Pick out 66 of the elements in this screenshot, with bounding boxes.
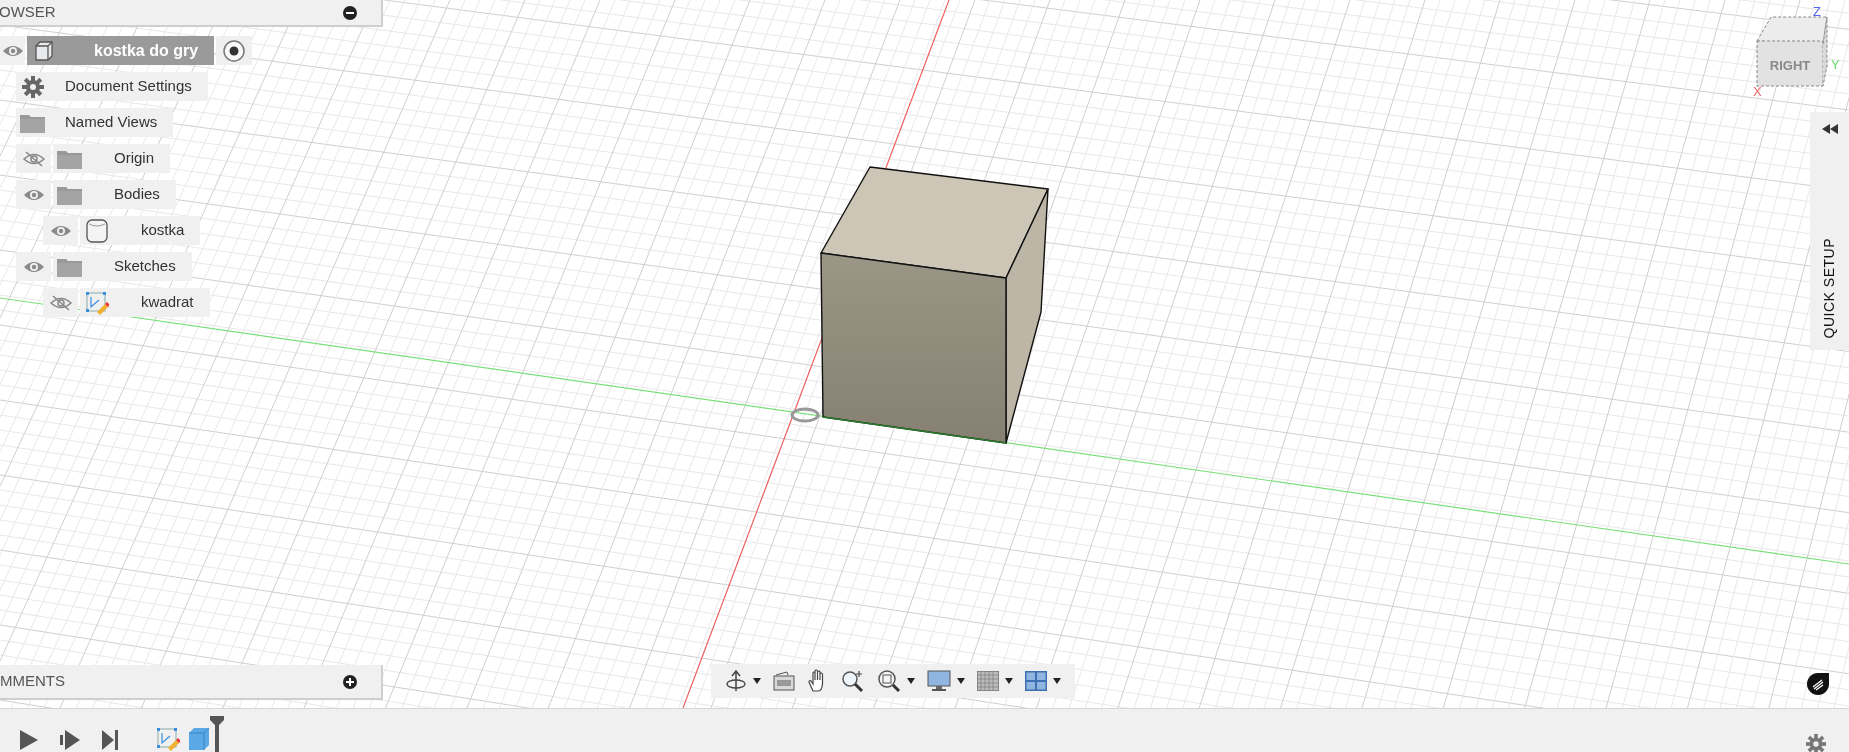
chat-icon[interactable] — [1807, 673, 1829, 695]
play-icon — [20, 730, 38, 750]
step-forward-button[interactable] — [60, 730, 80, 750]
monitor-button[interactable] — [927, 670, 965, 692]
eye-icon[interactable] — [16, 252, 51, 281]
play-button[interactable] — [20, 730, 38, 750]
tree-item[interactable]: kostka — [80, 216, 201, 245]
eye-icon[interactable] — [16, 180, 51, 209]
tree-item[interactable]: Bodies — [53, 180, 176, 209]
eye-icon[interactable] — [43, 216, 78, 245]
zoom-window-button[interactable] — [877, 669, 915, 693]
look-at-icon — [773, 671, 795, 691]
collapse-icon[interactable] — [343, 5, 357, 20]
hidden-eye-icon[interactable] — [16, 144, 51, 173]
folder-icon — [57, 184, 82, 205]
cube-icon — [188, 727, 210, 751]
sketch-icon — [156, 727, 180, 751]
zoom-icon — [841, 669, 865, 693]
cylinder-icon — [85, 218, 108, 243]
tree-item[interactable]: Named Views — [16, 108, 174, 137]
caret-icon[interactable] — [1005, 678, 1013, 684]
step-forward-icon — [60, 730, 80, 750]
caret-icon[interactable] — [753, 678, 761, 684]
axis-label: X — [1753, 84, 1762, 99]
caret-icon[interactable] — [907, 678, 915, 684]
tree-item[interactable]: Origin — [53, 144, 170, 173]
grid-button[interactable] — [977, 671, 1013, 691]
orbit-button[interactable] — [725, 669, 761, 693]
double-arrow-icon[interactable] — [1821, 124, 1838, 134]
look-at-button[interactable] — [773, 671, 795, 691]
settings-icon — [21, 75, 44, 98]
folder-icon — [57, 256, 82, 277]
monitor-icon — [927, 670, 951, 692]
viewports-icon — [1025, 671, 1047, 691]
timeline-feature[interactable] — [156, 727, 180, 751]
caret-icon[interactable] — [1053, 678, 1061, 684]
zoom-window-icon — [877, 669, 901, 693]
quick-setup-label: QUICK SETUP — [1820, 237, 1838, 338]
eye-icon[interactable] — [0, 36, 25, 65]
axis-label: Z — [1813, 4, 1821, 19]
tree-item[interactable]: Sketches — [53, 252, 192, 281]
timeline-marker-icon[interactable] — [210, 716, 224, 752]
skip-to-end-button[interactable] — [102, 730, 118, 750]
timeline-feature[interactable] — [188, 727, 210, 751]
cube-body[interactable] — [820, 166, 1049, 444]
origin-marker — [790, 407, 820, 423]
sketch-icon — [84, 290, 109, 315]
skip-to-end-icon — [102, 730, 118, 750]
panel-title: OWSER — [0, 2, 56, 23]
cube-icon — [33, 39, 54, 62]
caret-icon[interactable] — [957, 678, 965, 684]
axis-label: Y — [1831, 57, 1840, 72]
radio-button[interactable] — [223, 39, 246, 62]
hidden-eye-icon[interactable] — [43, 288, 78, 317]
grid-icon — [977, 671, 999, 691]
folder-icon — [20, 112, 45, 133]
tree-item[interactable]: Document Settings — [16, 72, 208, 101]
settings-icon[interactable] — [1806, 734, 1826, 752]
zoom-button[interactable] — [841, 669, 865, 693]
orbit-icon — [725, 669, 747, 693]
quick-setup-panel[interactable]: QUICK SETUP — [1810, 112, 1849, 350]
add-icon[interactable] — [343, 674, 357, 689]
panel-title: MMENTS — [0, 671, 65, 692]
viewports-button[interactable] — [1025, 671, 1061, 691]
folder-icon — [57, 148, 82, 169]
tree-item[interactable]: kwadrat — [80, 288, 210, 317]
